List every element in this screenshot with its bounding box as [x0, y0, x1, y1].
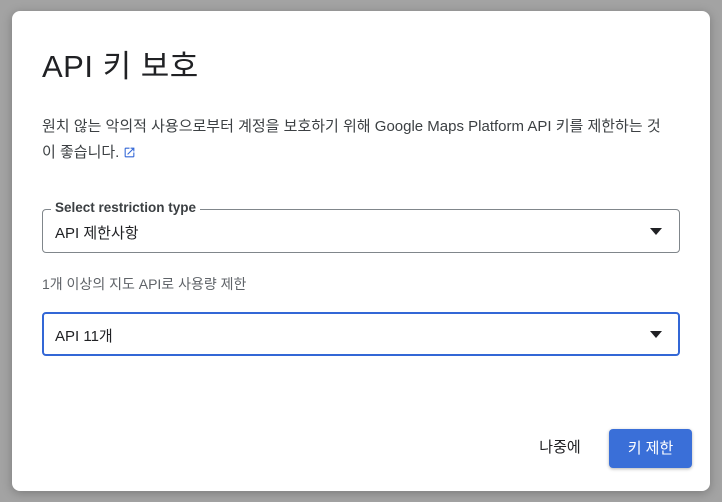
dialog-description: 원치 않는 악의적 사용으로부터 계정을 보호하기 위해 Google Maps… [42, 114, 662, 168]
restriction-type-value: API 제한사항 [55, 225, 139, 242]
later-button[interactable]: 나중에 [523, 429, 597, 467]
dialog-title: API 키 보호 [42, 49, 199, 84]
protect-api-key-dialog: API 키 보호 원치 않는 악의적 사용으로부터 계정을 보호하기 위해 Go… [12, 11, 710, 491]
open-in-new-icon[interactable] [123, 142, 136, 168]
dropdown-arrow-icon [650, 228, 662, 235]
restriction-type-label: Select restriction type [51, 200, 201, 215]
api-restriction-helper-text: 1개 이상의 지도 API로 사용량 제한 [42, 276, 247, 292]
api-select-value: API 11개 [55, 328, 113, 345]
restriction-type-select[interactable]: Select restriction type API 제한사항 [42, 200, 680, 253]
dropdown-arrow-icon [650, 331, 662, 338]
restrict-key-button[interactable]: 키 제한 [609, 429, 692, 468]
api-select[interactable]: API 11개 [42, 312, 680, 356]
